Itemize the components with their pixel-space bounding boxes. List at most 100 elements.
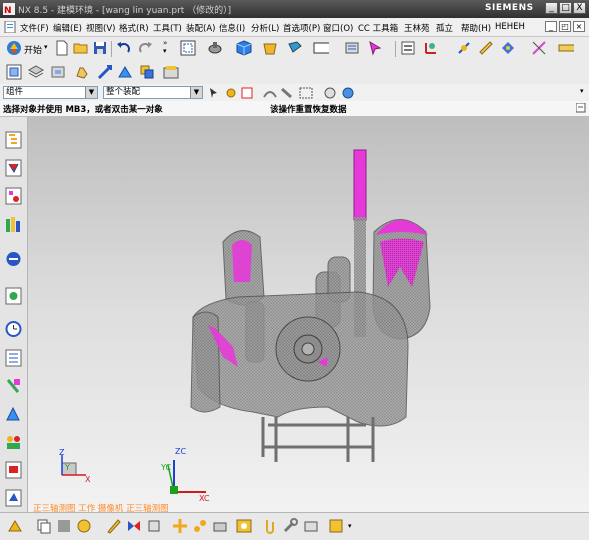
pencil-icon[interactable] (106, 518, 122, 534)
chevron-down-icon[interactable]: ▾ (348, 522, 352, 530)
assembly-icon[interactable] (6, 64, 22, 80)
select-filter-icon[interactable] (531, 40, 547, 56)
analysis-icon[interactable] (500, 40, 516, 56)
assembly-constraint-icon[interactable] (7, 518, 23, 534)
mirror-icon[interactable] (126, 518, 142, 534)
maximize-button[interactable]: □ (559, 2, 572, 14)
layer-icon[interactable] (28, 64, 44, 80)
pattern-icon[interactable] (146, 518, 162, 534)
vertical-pipe (353, 149, 367, 221)
shaded-sphere-icon[interactable] (340, 85, 356, 101)
new-file-icon[interactable] (54, 40, 70, 56)
explode-view-icon[interactable] (163, 64, 179, 80)
menu-info[interactable]: 信息(I) (219, 22, 245, 34)
menu-wang-lin-yuan[interactable]: 王林苑 (404, 22, 430, 34)
palette-icon[interactable] (5, 489, 22, 507)
menu-edit[interactable]: 编辑(E) (53, 22, 82, 34)
menu-help[interactable]: 帮助(H) (461, 22, 491, 34)
ruler-icon[interactable] (558, 40, 574, 56)
menu-cc-toolbox[interactable]: CC 工具箱 (358, 22, 398, 34)
doc-close-button[interactable]: × (573, 21, 585, 32)
menu-view[interactable]: 视图(V) (86, 22, 115, 34)
bounding-box-icon[interactable] (328, 518, 344, 534)
curve-rule-icon[interactable] (262, 85, 278, 101)
view-orient-icon[interactable] (236, 518, 252, 534)
start-icon[interactable] (6, 40, 22, 56)
doc-minimize-button[interactable]: _ (545, 21, 557, 32)
face-rule-icon[interactable] (279, 85, 295, 101)
reposition-icon[interactable] (139, 64, 155, 80)
redo-icon[interactable] (137, 40, 153, 56)
view-triad-icon[interactable] (322, 85, 338, 101)
undo-icon[interactable] (116, 40, 132, 56)
menu-format[interactable]: 格式(R) (119, 22, 149, 34)
menu-assembly[interactable]: 装配(A) (186, 22, 215, 34)
menu-file[interactable]: 文件(F) (20, 22, 49, 34)
menu-preferences[interactable]: 首选项(P) (283, 22, 320, 34)
rotate-icon[interactable] (212, 518, 228, 534)
clock-history-icon[interactable] (5, 320, 22, 338)
chevron-down-icon[interactable]: ▾ (580, 87, 584, 95)
manufacturing-wizard-icon[interactable] (5, 405, 22, 423)
process-studio-icon[interactable] (5, 377, 22, 395)
start-dropdown-icon[interactable]: ▾ (44, 43, 48, 51)
part-navigator-icon[interactable] (5, 187, 22, 205)
selection-option-icon[interactable] (207, 85, 223, 101)
render-style-icon[interactable] (207, 40, 223, 56)
measure-icon[interactable] (478, 40, 494, 56)
assembly-navigator-icon[interactable] (5, 131, 22, 149)
save-icon[interactable] (92, 40, 108, 56)
web-browser-icon[interactable] (5, 250, 22, 268)
selection-scope-dropdown[interactable]: 整个装配 ▼ (103, 86, 203, 99)
close-button[interactable]: X (573, 2, 586, 14)
system-materials-icon[interactable] (5, 349, 22, 367)
constraint-icon[interactable] (117, 64, 133, 80)
menu-analysis[interactable]: 分析(L) (251, 22, 279, 34)
wrench-icon[interactable] (282, 518, 298, 534)
snap-point-icon[interactable] (192, 518, 208, 534)
snap-point-icon[interactable] (456, 40, 472, 56)
model-view[interactable] (28, 117, 589, 502)
display-swatch-icon[interactable] (313, 40, 329, 56)
toolbar-overflow-icon[interactable]: » ▾ (163, 39, 167, 55)
minimize-button[interactable]: _ (545, 2, 558, 14)
move-icon[interactable] (172, 518, 188, 534)
menu-isolate[interactable]: 孤立 (436, 22, 453, 34)
svg-text:N: N (4, 6, 12, 15)
graphics-window[interactable]: Z Y X ZC YC XC 正三轴测图 工作 摄像机 正三轴测图 (28, 117, 589, 514)
background-icon[interactable] (287, 40, 303, 56)
axis-zc-label: ZC (175, 447, 187, 456)
wcs-icon[interactable] (423, 40, 439, 56)
doc-restore-button[interactable]: ◰ (559, 21, 571, 32)
constraint-navigator-icon[interactable] (5, 159, 22, 177)
mesh-icon[interactable] (56, 518, 72, 534)
open-folder-icon[interactable] (73, 40, 89, 56)
layer-settings-icon[interactable] (400, 40, 416, 56)
type-filter-dropdown[interactable]: 组件 ▼ (3, 86, 98, 99)
move-component-icon[interactable] (97, 64, 113, 80)
component-icon[interactable] (50, 64, 66, 80)
hand-pan-icon[interactable] (74, 64, 90, 80)
system-scene-icon[interactable] (5, 461, 22, 479)
rectangle-select-icon[interactable] (298, 85, 314, 101)
interference-icon[interactable] (303, 518, 319, 534)
menu-tools[interactable]: 工具(T) (153, 22, 182, 34)
menu-heheh[interactable]: HEHEH (495, 22, 525, 32)
shaded-cube-icon[interactable] (236, 40, 252, 56)
layer-visibility-icon[interactable] (344, 40, 360, 56)
pin-icon[interactable] (576, 103, 586, 113)
roles-icon[interactable] (5, 433, 22, 451)
snap-icon[interactable] (223, 85, 239, 101)
orient-view-icon[interactable] (262, 40, 278, 56)
history-icon[interactable] (5, 287, 22, 305)
bottom-toolbar: ▾ (0, 512, 589, 540)
menu-window[interactable]: 窗口(O) (323, 22, 353, 34)
add-component-icon[interactable] (76, 518, 92, 534)
copy-icon[interactable] (36, 518, 52, 534)
magenta-pointer-icon[interactable] (367, 40, 383, 56)
reuse-library-icon[interactable] (5, 215, 22, 233)
clip-icon[interactable] (262, 518, 278, 534)
fit-view-icon[interactable] (180, 40, 196, 56)
start-label[interactable]: 开始 (24, 43, 42, 56)
point-snap-icon[interactable] (239, 85, 255, 101)
